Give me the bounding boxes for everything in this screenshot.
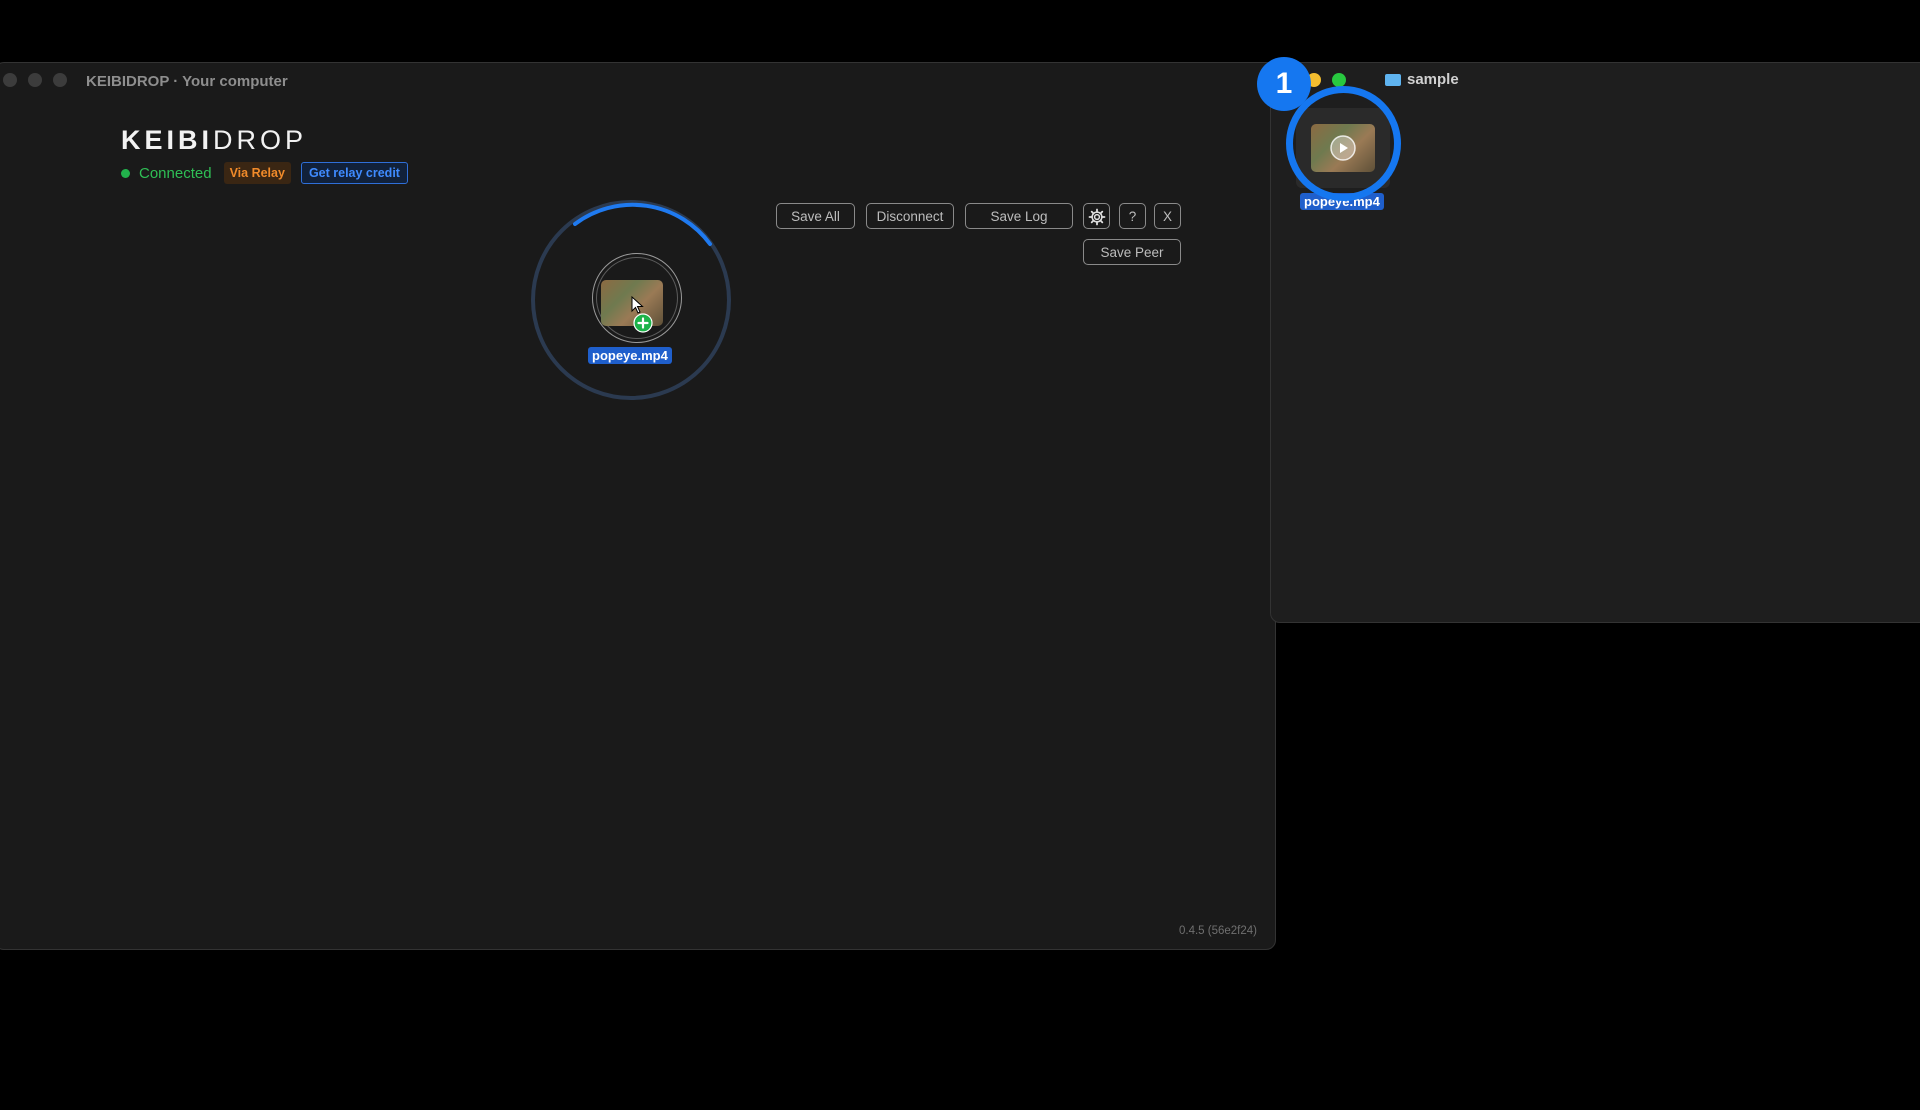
title-bar: KEIBIDROP · Your computer [0,63,1275,97]
save-log-button[interactable]: Save Log [965,203,1073,229]
folder-icon [1385,73,1401,86]
zoom-window-button[interactable] [1332,73,1346,87]
via-relay-badge: Via Relay [223,162,291,184]
dragged-file-label: popeye.mp4 [588,347,672,364]
settings-button[interactable] [1083,203,1110,229]
finder-title-text: sample [1407,71,1459,88]
finder-title: sample [1385,71,1459,88]
version-label: 0.4.5 (56e2f24) [1178,925,1257,937]
close-window-button[interactable] [3,73,17,87]
highlight-ring [1286,86,1401,201]
save-all-button[interactable]: Save All [776,203,855,229]
window-title: KEIBIDROP · Your computer [86,73,288,90]
mouse-cursor-icon [631,296,644,314]
help-button[interactable]: ? [1119,203,1146,229]
connected-dot-icon [121,168,130,178]
get-relay-credit-button[interactable]: Get relay credit [300,162,408,184]
minimize-window-button[interactable] [28,73,42,87]
settings-gear-icon [1088,208,1105,226]
close-button[interactable]: X [1154,203,1181,229]
app-logo: KEIBIDROP [121,125,308,155]
add-plus-icon [633,313,653,333]
step-number-badge: 1 [1257,57,1311,111]
status-text: Connected [139,164,212,182]
connection-status: Connected Via Relay Get relay credit [121,161,408,185]
zoom-window-button[interactable] [53,73,67,87]
save-peer-button[interactable]: Save Peer [1083,239,1181,265]
disconnect-button[interactable]: Disconnect [866,203,954,229]
